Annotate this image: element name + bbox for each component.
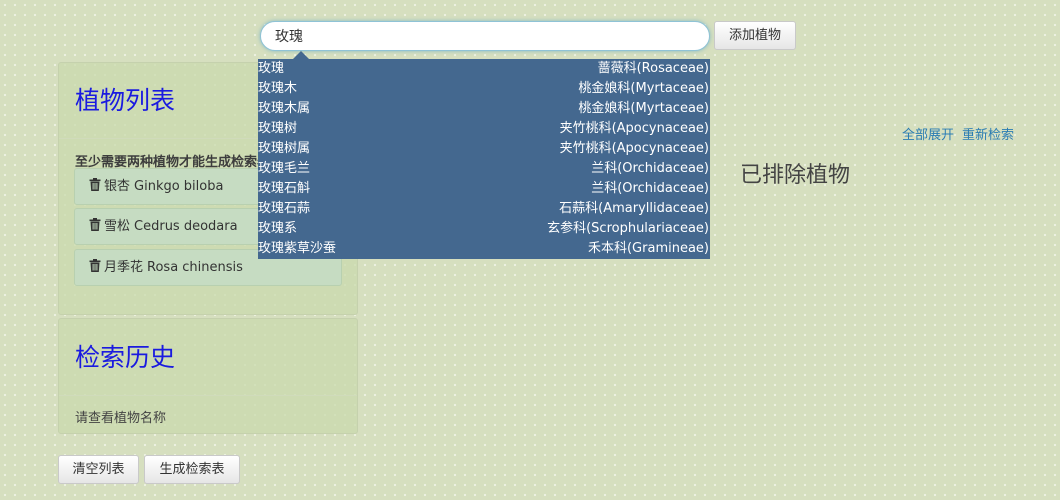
suggestion-family: 玄参科(Scrophulariaceae)	[547, 221, 709, 236]
plant-cn-name: 银杏	[104, 179, 131, 194]
dropdown-caret	[293, 51, 309, 59]
suggestion-item[interactable]: 玫瑰 蔷薇科(Rosaceae)	[258, 59, 710, 79]
suggestion-name: 玫瑰毛兰	[258, 161, 311, 176]
suggestion-family: 石蒜科(Amaryllidaceae)	[559, 201, 709, 216]
generate-key-button[interactable]: 生成检索表	[144, 455, 240, 484]
trash-icon[interactable]	[89, 259, 101, 272]
suggestion-family: 夹竹桃科(Apocynaceae)	[559, 121, 709, 136]
suggestion-item[interactable]: 玫瑰石斛 兰科(Orchidaceae)	[258, 179, 710, 199]
suggestion-family: 桃金娘科(Myrtaceae)	[578, 101, 709, 116]
search-input[interactable]	[260, 21, 710, 51]
search-history-panel: 检索历史 请查看植物名称	[58, 318, 358, 434]
history-hint: 请查看植物名称	[75, 411, 167, 426]
suggestion-family: 禾本科(Gramineae)	[587, 241, 709, 256]
plant-cn-name: 雪松	[104, 219, 131, 234]
suggestion-name: 玫瑰树属	[258, 141, 311, 156]
suggestion-item[interactable]: 玫瑰毛兰 兰科(Orchidaceae)	[258, 159, 710, 179]
plant-latin-name: Cedrus deodara	[134, 219, 238, 234]
suggestion-family: 蔷薇科(Rosaceae)	[597, 61, 709, 76]
suggestion-item[interactable]: 玫瑰石蒜 石蒜科(Amaryllidaceae)	[258, 199, 710, 219]
suggestion-name: 玫瑰系	[258, 221, 298, 236]
excluded-plants-title: 已排除植物	[740, 163, 851, 188]
suggestion-name: 玫瑰石斛	[258, 181, 311, 196]
suggestion-item[interactable]: 玫瑰木属 桃金娘科(Myrtaceae)	[258, 99, 710, 119]
suggestion-family: 兰科(Orchidaceae)	[591, 161, 709, 176]
suggestion-item[interactable]: 玫瑰系 玄参科(Scrophulariaceae)	[258, 219, 710, 239]
research-link[interactable]: 重新检索	[962, 124, 1014, 143]
clear-list-button[interactable]: 清空列表	[58, 455, 139, 484]
trash-icon[interactable]	[89, 218, 101, 231]
suggestion-family: 桃金娘科(Myrtaceae)	[578, 81, 709, 96]
suggestion-name: 玫瑰树	[258, 121, 298, 136]
plant-cn-name: 月季花	[104, 260, 144, 275]
suggestion-item[interactable]: 玫瑰紫草沙蚕 禾本科(Gramineae)	[258, 239, 710, 259]
trash-icon[interactable]	[89, 178, 101, 191]
suggestion-name: 玫瑰木属	[258, 101, 311, 116]
suggestion-name: 玫瑰	[258, 61, 285, 76]
autocomplete-dropdown: 玫瑰 蔷薇科(Rosaceae) 玫瑰木 桃金娘科(Myrtaceae) 玫瑰木属桃…	[258, 59, 710, 259]
suggestion-name: 玫瑰石蒜	[258, 201, 311, 216]
add-plant-button[interactable]: 添加植物	[714, 21, 796, 50]
expand-all-link[interactable]: 全部展开	[902, 124, 954, 143]
suggestion-item[interactable]: 玫瑰木 桃金娘科(Myrtaceae)	[258, 79, 710, 99]
plant-latin-name: Ginkgo biloba	[134, 179, 224, 194]
suggestion-name: 玫瑰木	[258, 81, 298, 96]
suggestion-family: 夹竹桃科(Apocynaceae)	[559, 141, 709, 156]
suggestion-family: 兰科(Orchidaceae)	[591, 181, 709, 196]
suggestion-item[interactable]: 玫瑰树 夹竹桃科(Apocynaceae)	[258, 119, 710, 139]
plant-latin-name: Rosa chinensis	[147, 260, 243, 275]
suggestion-item[interactable]: 玫瑰树属 夹竹桃科(Apocynaceae)	[258, 139, 710, 159]
search-history-title: 检索历史	[59, 319, 357, 396]
suggestion-name: 玫瑰紫草沙蚕	[258, 241, 337, 256]
